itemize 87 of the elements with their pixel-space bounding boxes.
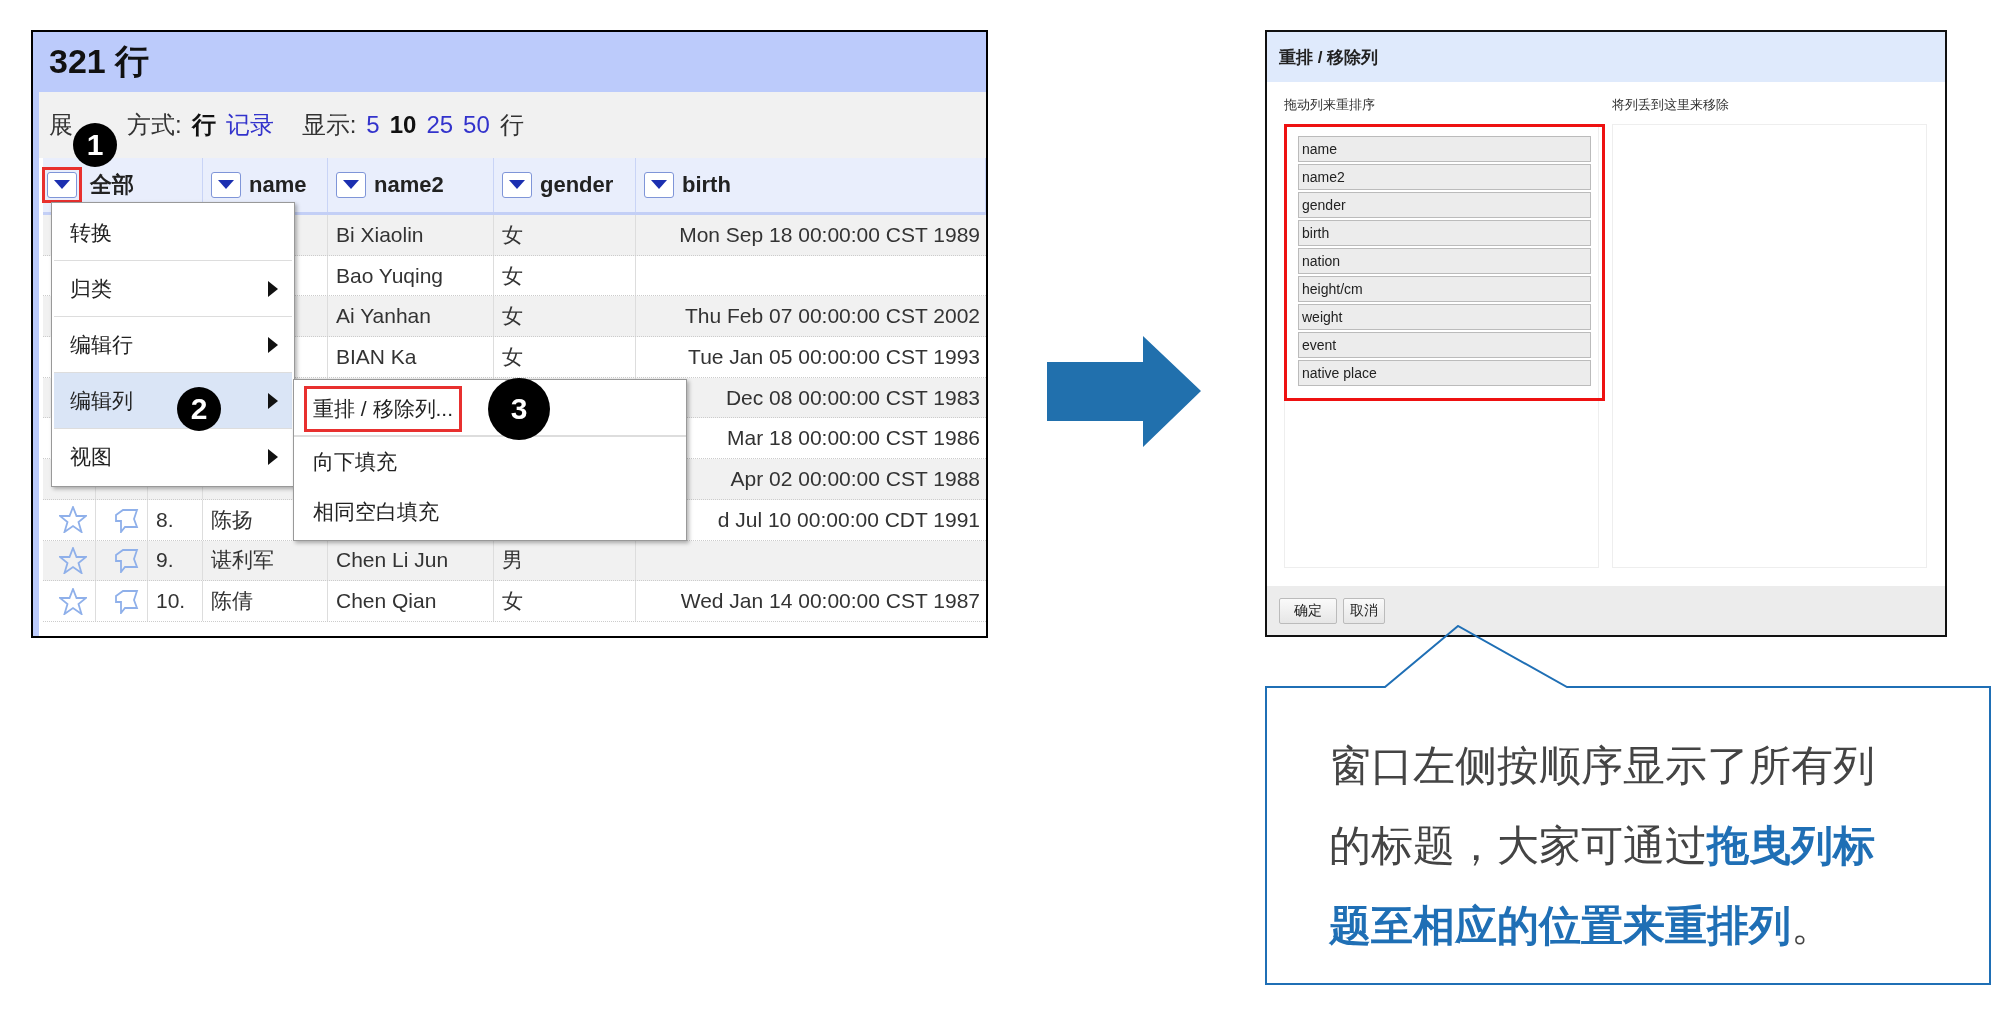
column-label: gender <box>540 172 614 198</box>
view-mode-link[interactable]: 行 <box>191 109 216 141</box>
table-cell-text: 男 <box>502 547 523 574</box>
table-cell: Bi Xiaolin <box>336 222 424 247</box>
flag-icon[interactable] <box>112 588 139 615</box>
table-cell: Thu Feb 07 00:00:00 CST 2002 <box>685 304 980 329</box>
table-cell: 8. <box>156 507 174 532</box>
menu-item[interactable]: 相同空白填充 <box>304 489 448 535</box>
table-cell: Mar 18 00:00:00 CST 1986 <box>727 426 980 451</box>
menu-item-label: 转换 <box>70 219 112 246</box>
column-item[interactable]: birth <box>1298 220 1591 246</box>
toolbar-label: 显示: <box>301 110 357 140</box>
column-label: name2 <box>374 172 444 198</box>
table-cell-text: 女 <box>502 262 523 289</box>
menu-item[interactable]: 归类 <box>54 261 292 317</box>
menu-item-label: 视图 <box>70 443 112 470</box>
menu-item[interactable]: 重排 / 移除列... <box>304 386 462 432</box>
toolbar-label: 行 <box>499 110 524 140</box>
table-cell: 9. <box>156 548 174 573</box>
table-cell: BIAN Ka <box>336 344 417 369</box>
table-cell-text: 陈扬 <box>211 506 253 533</box>
page-size-link[interactable]: 5 <box>366 111 380 139</box>
flag-icon[interactable] <box>112 506 139 533</box>
table-cell: Ai Yanhan <box>336 304 431 329</box>
pane-label: 将列丢到这里来移除 <box>1612 96 1730 114</box>
caret-icon <box>218 180 234 190</box>
table-cell: Wed Jan 14 00:00:00 CST 1987 <box>680 589 980 614</box>
table-cell: Bao Yuqing <box>336 263 444 288</box>
table-cell-text: 女 <box>502 343 523 370</box>
page-size-link[interactable]: 10 <box>389 111 417 139</box>
table-cell-text: 谌利军 <box>211 547 274 574</box>
menu-item[interactable]: 编辑列 2 <box>54 373 292 429</box>
table-cell: Tue Jan 05 00:00:00 CST 1993 <box>688 344 980 369</box>
column-label: name <box>249 172 307 198</box>
table-cell: d Jul 10 00:00:00 CDT 1991 <box>717 507 980 532</box>
toolbar-label: 展 <box>49 110 73 140</box>
column-item[interactable]: nation <box>1298 248 1591 274</box>
ok-button[interactable]: 确定 <box>1279 597 1337 624</box>
page-size-link[interactable]: 25 <box>426 111 454 139</box>
column-item[interactable]: native place <box>1298 360 1591 386</box>
step-badge: 2 <box>177 387 221 431</box>
caret-icon <box>54 180 70 190</box>
menu-item[interactable]: 视图 <box>54 429 292 484</box>
right-arrow-icon <box>1047 336 1201 447</box>
menu-item-label: 编辑行 <box>70 331 133 358</box>
table-cell-text: 女 <box>502 588 523 615</box>
caret-icon <box>343 180 359 190</box>
star-icon[interactable] <box>59 587 87 615</box>
flag-icon[interactable] <box>112 547 139 574</box>
menu-item-label: 编辑列 <box>70 387 133 414</box>
star-icon[interactable] <box>59 506 87 534</box>
column-item[interactable]: name2 <box>1298 164 1591 190</box>
callout-text: 窗口左侧按顺序显示了所有列的标题，大家可通过拖曳列标题至相应的位置来重排列。 <box>1329 741 1876 951</box>
dropdown-button[interactable] <box>644 172 674 198</box>
table-cell-text: 女 <box>502 221 523 248</box>
table-cell: Apr 02 00:00:00 CST 1988 <box>730 466 980 491</box>
table-cell: Chen Li Jun <box>336 548 449 573</box>
column-item[interactable]: name <box>1298 136 1591 162</box>
caret-icon <box>509 180 525 190</box>
column-label: birth <box>682 172 731 198</box>
dropdown-button[interactable] <box>211 172 241 198</box>
caret-icon <box>651 180 667 190</box>
page-size-link[interactable]: 50 <box>463 111 490 139</box>
table-cell-text: 陈倩 <box>211 588 253 615</box>
menu-item-label: 归类 <box>70 275 112 302</box>
dropdown-button[interactable] <box>502 172 532 198</box>
column-item[interactable]: height/cm <box>1298 276 1591 302</box>
table-title: 321 行 <box>49 41 150 82</box>
table-cell-text: 女 <box>502 303 523 330</box>
column-item[interactable]: gender <box>1298 192 1591 218</box>
dialog-title: 重排 / 移除列 <box>1279 46 1379 69</box>
menu-item[interactable]: 转换 <box>54 205 292 261</box>
menu-item[interactable]: 向下填充 <box>304 439 406 485</box>
column-item[interactable]: weight <box>1298 304 1591 330</box>
view-mode-link[interactable]: 记录 <box>225 109 274 141</box>
toolbar-label: 方式: <box>127 110 182 140</box>
pane-label: 拖动列来重排序 <box>1284 96 1376 114</box>
column-label: 全部 <box>90 171 134 199</box>
table-cell: Dec 08 00:00:00 CST 1983 <box>725 385 980 410</box>
table-cell: Mon Sep 18 00:00:00 CST 1989 <box>679 222 980 247</box>
cancel-button[interactable]: 取消 <box>1343 597 1385 624</box>
star-icon[interactable] <box>59 546 87 574</box>
column-item[interactable]: event <box>1298 332 1591 358</box>
table-cell: 10. <box>156 589 186 614</box>
table-cell: Chen Qian <box>336 589 437 614</box>
step-badge: 3 <box>488 378 550 440</box>
dropdown-button[interactable] <box>336 172 366 198</box>
